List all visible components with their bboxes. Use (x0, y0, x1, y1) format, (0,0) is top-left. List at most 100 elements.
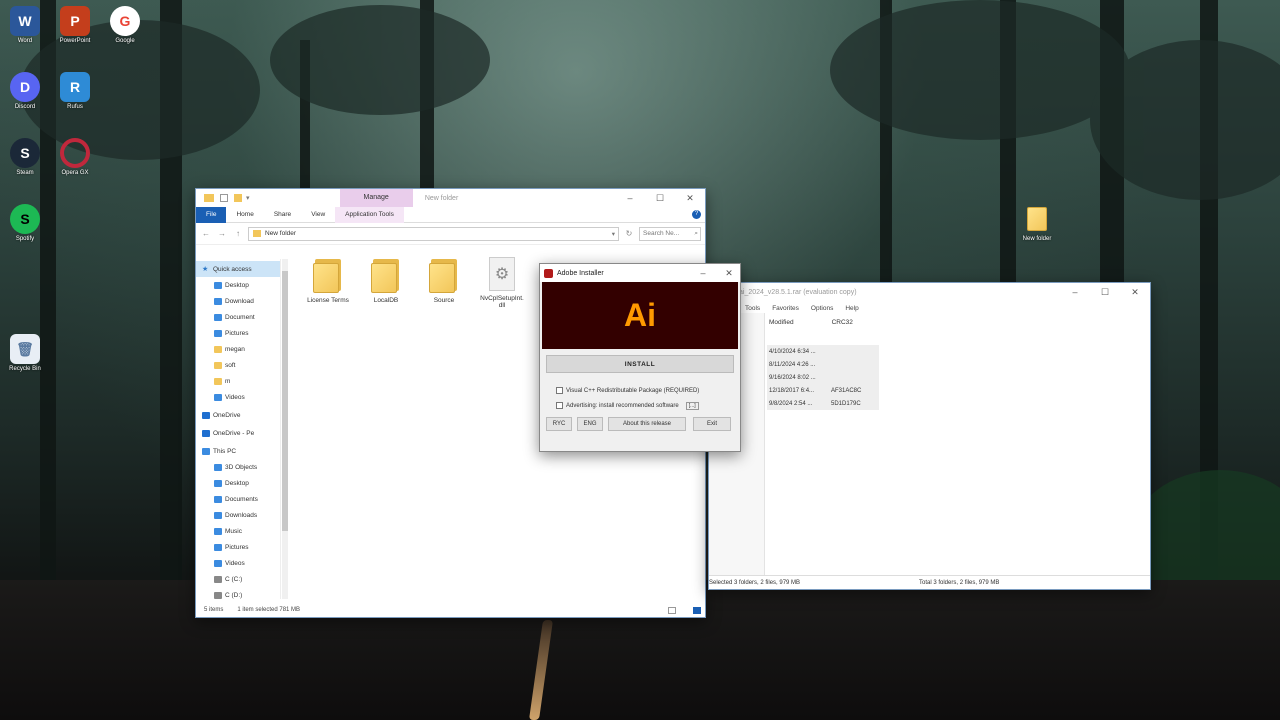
menu-help[interactable]: Help (845, 305, 858, 312)
sidebar-item-quick-access[interactable]: ★ Quick access (196, 261, 280, 277)
file-item-localdb[interactable]: LocalDB (364, 257, 408, 309)
navpane-scrollbar[interactable] (282, 259, 288, 599)
installer-buttons: RYC ENG About this release Exit (540, 413, 740, 431)
table-row[interactable]: 8/11/2024 4:26 ... (767, 358, 879, 371)
table-row[interactable]: 4/10/2024 6:34 ... (767, 345, 879, 358)
scrollbar-thumb[interactable] (282, 271, 288, 531)
tab-view[interactable]: View (301, 207, 335, 223)
desktop-icon-spotify[interactable]: S Spotify (2, 204, 48, 242)
winrar-menu: Tools Favorites Options Help (709, 301, 1150, 315)
new-folder-icon[interactable] (234, 194, 242, 202)
desktop-icon-opera-gx[interactable]: Opera GX (52, 138, 98, 176)
desktop-icon-steam[interactable]: S Steam (2, 138, 48, 176)
desktop-icon-new-folder[interactable]: New folder (1014, 204, 1060, 242)
table-row[interactable]: 9/8/2024 2:54 ... 5D1D179C (767, 397, 879, 410)
ryc-button[interactable]: RYC (546, 417, 572, 431)
sidebar-item-c-d[interactable]: C (D:) (196, 587, 280, 599)
large-icons-view-icon[interactable] (693, 606, 701, 614)
dll-gear-icon: ⚙ (489, 257, 515, 291)
sidebar-item-onedrive[interactable]: OneDrive (196, 407, 280, 423)
column-crc32[interactable]: CRC32 (832, 319, 853, 326)
sidebar-item-soft[interactable]: soft (196, 357, 280, 373)
item-count: 5 items (204, 607, 224, 613)
sidebar-item-m[interactable]: m (196, 373, 280, 389)
menu-favorites[interactable]: Favorites (772, 305, 799, 312)
sidebar-item-download[interactable]: Download (196, 293, 280, 309)
tab-application-tools[interactable]: Application Tools (335, 206, 404, 223)
tab-home[interactable]: Home (226, 207, 263, 223)
desktop-icon-word[interactable]: W Word (2, 6, 48, 44)
file-name: Source (433, 297, 455, 304)
sidebar-item-megan[interactable]: megan (196, 341, 280, 357)
minimize-icon[interactable]: – (692, 264, 714, 282)
winrar-statusbar: Selected 3 folders, 2 files, 979 MB Tota… (709, 575, 1150, 589)
tab-share[interactable]: Share (264, 207, 301, 223)
desktop-icon-google[interactable]: G Google (102, 6, 148, 44)
drive-icon (214, 575, 222, 583)
sidebar-item-this-pc[interactable]: This PC (196, 443, 280, 459)
back-arrow-icon[interactable]: ← (200, 229, 212, 238)
sidebar-item-c-c[interactable]: C (C:) (196, 571, 280, 587)
column-modified[interactable]: Modified (769, 319, 794, 326)
desktop-icon-powerpoint[interactable]: P PowerPoint (52, 6, 98, 44)
sidebar-item-pictures[interactable]: Pictures (196, 325, 280, 341)
tab-file[interactable]: File (196, 206, 227, 223)
discord-icon: D (10, 72, 40, 102)
tab-manage[interactable]: Manage (339, 189, 413, 207)
more-info-button[interactable]: [...] (685, 401, 699, 410)
desktop-icon-discord[interactable]: D Discord (2, 72, 48, 110)
close-icon[interactable]: ✕ (1120, 283, 1150, 301)
minimize-icon[interactable]: – (1060, 283, 1090, 301)
forward-arrow-icon[interactable]: → (216, 229, 228, 238)
exit-button[interactable]: Exit (693, 417, 731, 431)
menu-options[interactable]: Options (811, 305, 833, 312)
eng-button[interactable]: ENG (577, 417, 603, 431)
minimize-icon[interactable]: – (615, 189, 645, 207)
sidebar-item-label: C (D:) (225, 591, 243, 599)
close-icon[interactable]: ✕ (675, 189, 705, 207)
maximize-icon[interactable]: ☐ (645, 189, 675, 207)
table-row[interactable]: 12/18/2017 6:4... AF31AC8C (767, 384, 879, 397)
up-arrow-icon[interactable]: ↑ (232, 229, 244, 238)
checkbox-label: Visual C++ Redistributable Package (REQU… (566, 387, 700, 394)
maximize-icon[interactable]: ☐ (1090, 283, 1120, 301)
install-button[interactable]: INSTALL (546, 355, 734, 373)
properties-icon[interactable] (220, 194, 228, 202)
powerpoint-icon: P (60, 6, 90, 36)
details-view-icon[interactable] (668, 606, 676, 614)
sidebar-item-desktop[interactable]: Desktop (196, 475, 280, 491)
about-release-button[interactable]: About this release (608, 417, 686, 431)
advertising-checkbox-row[interactable]: Advertising: install recommended softwar… (540, 398, 740, 413)
blue-icon (214, 495, 222, 503)
refresh-icon[interactable]: ↻ (623, 229, 635, 238)
vcredist-checkbox[interactable] (556, 387, 563, 394)
file-item-license-terms[interactable]: License Terms (306, 257, 350, 309)
sidebar-item-documents[interactable]: Documents (196, 491, 280, 507)
menu-tools[interactable]: Tools (745, 305, 760, 312)
rufus-icon: R (60, 72, 90, 102)
advertising-checkbox[interactable] (556, 402, 563, 409)
explorer-titlebar: ▾ Manage New folder – ☐ ✕ (196, 189, 705, 207)
cell-crc: AF31AC8C (831, 387, 862, 394)
sidebar-item-3d-objects[interactable]: 3D Objects (196, 459, 280, 475)
chevron-down-icon[interactable]: ▾ (246, 194, 250, 202)
desktop-icon-rufus[interactable]: R Rufus (52, 72, 98, 110)
sidebar-item-music[interactable]: Music (196, 523, 280, 539)
chevron-down-icon[interactable]: ▾ (612, 230, 618, 238)
close-icon[interactable]: ✕ (718, 264, 740, 282)
file-item-source[interactable]: Source (422, 257, 466, 309)
sidebar-item-desktop[interactable]: Desktop (196, 277, 280, 293)
sidebar-item-document[interactable]: Document (196, 309, 280, 325)
sidebar-item-videos[interactable]: Videos (196, 555, 280, 571)
address-bar[interactable]: New folder ▾ (248, 226, 619, 241)
desktop-icon-recycle-bin[interactable]: 🗑 Recycle Bin (2, 334, 48, 372)
search-input[interactable]: Search Ne... ⌕ (639, 226, 701, 241)
file-item-nvcplsetupint[interactable]: ⚙ NvCplSetupInt.dll (480, 257, 524, 309)
sidebar-item-pictures[interactable]: Pictures (196, 539, 280, 555)
sidebar-item-downloads[interactable]: Downloads (196, 507, 280, 523)
vcredist-checkbox-row[interactable]: Visual C++ Redistributable Package (REQU… (540, 383, 740, 398)
help-icon[interactable]: ? (692, 210, 701, 219)
sidebar-item-videos[interactable]: Videos (196, 389, 280, 405)
table-row[interactable]: 9/16/2024 8:02 ... (767, 371, 879, 384)
sidebar-item-onedrive-pe[interactable]: OneDrive - Pe (196, 425, 280, 441)
